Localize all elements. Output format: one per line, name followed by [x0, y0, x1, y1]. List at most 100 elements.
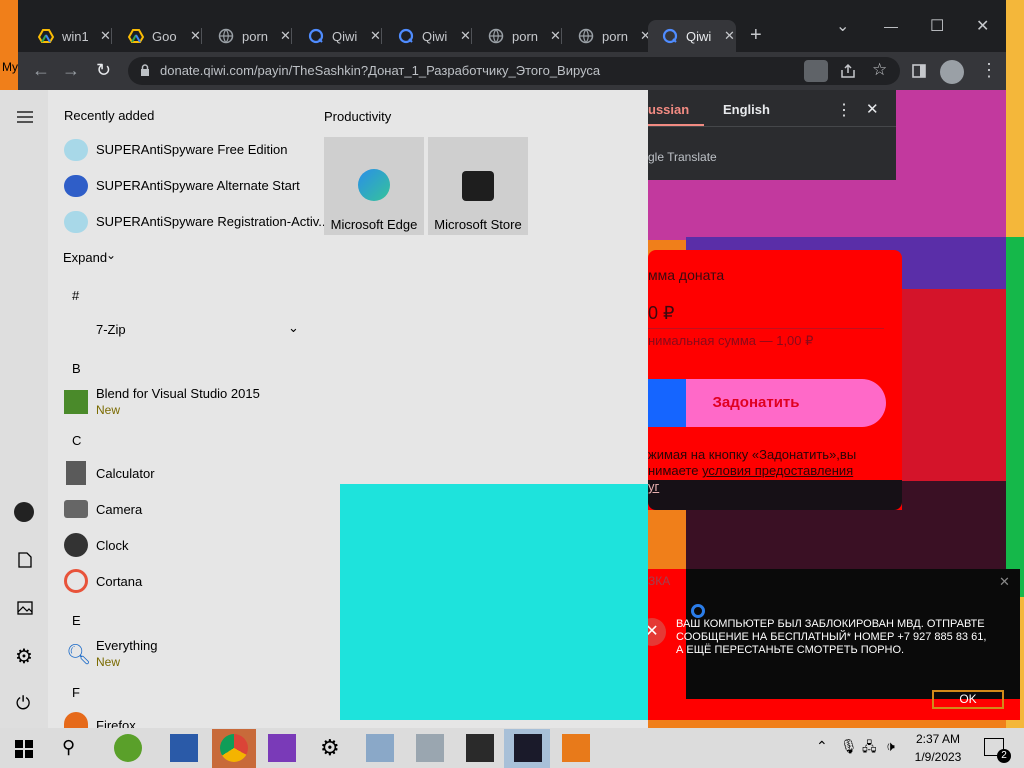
- tab-close-icon[interactable]: ✕: [280, 28, 291, 44]
- browser-tab[interactable]: porn ✕: [204, 22, 292, 50]
- task-manager-icon[interactable]: [416, 734, 444, 762]
- chrome-menu-icon[interactable]: ⋮: [980, 60, 998, 81]
- search-icon[interactable]: ⚲: [62, 737, 75, 758]
- tab-close-icon[interactable]: ✕: [190, 28, 201, 44]
- documents-icon[interactable]: [18, 552, 32, 568]
- translate-icon[interactable]: [804, 60, 828, 82]
- translate-tab-english[interactable]: English: [723, 102, 770, 117]
- url-text[interactable]: donate.qiwi.com/payin/TheSashkin?Донат_1…: [160, 63, 600, 78]
- new-tab-button[interactable]: +: [750, 24, 762, 47]
- profile-avatar[interactable]: [940, 60, 964, 84]
- terms-line-1: жимая на кнопку «Задонатить»,вы: [648, 447, 857, 462]
- everything-search-icon: 🔍︎: [66, 644, 92, 666]
- side-panel-icon[interactable]: [912, 64, 926, 78]
- tray-time[interactable]: 2:37 AM: [908, 732, 968, 746]
- translate-tab-russian[interactable]: ussian: [648, 102, 689, 117]
- tab-close-icon[interactable]: ✕: [100, 28, 111, 44]
- browser-tab-active[interactable]: Qiwi ✕: [648, 20, 736, 52]
- donation-card-footer: [648, 480, 902, 510]
- tab-title: porn: [242, 28, 268, 44]
- power-icon[interactable]: ⏻: [16, 693, 30, 714]
- back-arrow-icon[interactable]: ←: [32, 60, 50, 81]
- dialog-close-icon[interactable]: ✕: [999, 574, 1010, 590]
- app-taskbar-icon[interactable]: [366, 734, 394, 762]
- terminal-icon[interactable]: [466, 734, 494, 762]
- recent-app-3[interactable]: SUPERAntiSpyware Registration-Activ...: [96, 214, 329, 229]
- app-7zip[interactable]: 7-Zip: [96, 322, 126, 337]
- user-account-icon[interactable]: [14, 502, 34, 522]
- terms-link[interactable]: условия предоставления: [702, 463, 853, 478]
- recent-app-2[interactable]: SUPERAntiSpyware Alternate Start: [96, 178, 300, 193]
- desktop-icon-label[interactable]: My: [2, 60, 18, 74]
- settings-taskbar-icon[interactable]: ⚙: [320, 735, 340, 761]
- microphone-icon[interactable]: 🎙︎: [840, 738, 858, 755]
- network-icon[interactable]: 🖧︎: [862, 738, 877, 760]
- file-explorer-icon[interactable]: [170, 734, 198, 762]
- notification-center-icon[interactable]: 2: [984, 738, 1011, 763]
- browser-tab[interactable]: porn ✕: [474, 22, 562, 50]
- tab-close-icon[interactable]: ✕: [724, 28, 735, 44]
- tile-label: Microsoft Edge: [330, 217, 418, 232]
- translate-more-icon[interactable]: ⋮: [836, 100, 852, 120]
- reload-icon[interactable]: ↻: [96, 60, 111, 81]
- recent-app-1[interactable]: SUPERAntiSpyware Free Edition: [96, 142, 287, 157]
- app-calculator[interactable]: Calculator: [96, 466, 155, 481]
- app-clock[interactable]: Clock: [96, 538, 129, 553]
- app-cortana[interactable]: Cortana: [96, 574, 142, 589]
- bookmark-star-icon[interactable]: ☆: [872, 60, 887, 80]
- notification-count: 2: [997, 749, 1011, 763]
- superantispyware-icon: [64, 139, 88, 161]
- forward-arrow-icon[interactable]: →: [62, 60, 80, 81]
- translate-footer: gle Translate: [648, 150, 717, 164]
- browser-tab[interactable]: Qiwi ✕: [384, 22, 472, 50]
- app-everything[interactable]: Everything: [96, 638, 157, 653]
- tab-search-button[interactable]: ⌄: [836, 16, 849, 36]
- browser-tab[interactable]: Qiwi ✕: [294, 22, 382, 50]
- tile-microsoft-store[interactable]: Microsoft Store: [428, 137, 528, 235]
- browser-tab[interactable]: porn ✕: [564, 22, 652, 50]
- folder-chevron-icon[interactable]: ⌄: [288, 320, 299, 336]
- share-icon[interactable]: [840, 63, 856, 79]
- tab-close-icon[interactable]: ✕: [370, 28, 381, 44]
- tile-label: Microsoft Store: [434, 217, 522, 232]
- browser-tab[interactable]: Goo ✕: [114, 22, 202, 50]
- amount-input[interactable]: 0 ₽: [648, 303, 674, 324]
- package-icon[interactable]: [562, 734, 590, 762]
- app-camera[interactable]: Camera: [96, 502, 142, 517]
- app-firefox[interactable]: Firefox: [96, 718, 136, 728]
- letter-e[interactable]: E: [72, 613, 81, 628]
- tab-close-icon[interactable]: ✕: [550, 28, 561, 44]
- tab-close-icon[interactable]: ✕: [460, 28, 471, 44]
- dialog-message: ВАШ КОМПЬЮТЕР БЫЛ ЗАБЛОКИРОВАН МВД. ОТПР…: [676, 618, 987, 656]
- maximize-button[interactable]: ☐: [930, 16, 944, 36]
- qiwi-icon: [398, 28, 414, 44]
- close-window-button[interactable]: ✕: [976, 16, 989, 36]
- pictures-icon[interactable]: [17, 601, 33, 615]
- tile-microsoft-edge[interactable]: Microsoft Edge: [324, 137, 424, 235]
- translate-close-icon[interactable]: ✕: [866, 100, 879, 118]
- qiwi-icon: [308, 28, 324, 44]
- tray-chevron-up-icon[interactable]: ⌃: [816, 738, 828, 755]
- minimize-button[interactable]: —: [884, 18, 898, 34]
- blend-icon: [64, 390, 88, 414]
- donate-button[interactable]: Задонатить: [686, 379, 886, 427]
- settings-gear-icon[interactable]: ⚙: [15, 644, 33, 669]
- expand-button[interactable]: Expand: [63, 250, 107, 265]
- terms-line-3[interactable]: уг: [648, 479, 659, 494]
- lock-icon[interactable]: [140, 64, 150, 77]
- visual-studio-icon[interactable]: [268, 734, 296, 762]
- letter-hash[interactable]: #: [72, 288, 79, 303]
- hamburger-menu-icon[interactable]: [17, 111, 33, 123]
- volume-icon[interactable]: 🕩︎: [886, 738, 895, 755]
- letter-c[interactable]: C: [72, 433, 81, 448]
- windows-start-icon[interactable]: [15, 740, 33, 758]
- voice-recorder-icon[interactable]: [114, 734, 142, 762]
- letter-b[interactable]: B: [72, 361, 81, 376]
- app-blend[interactable]: Blend for Visual Studio 2015: [96, 386, 260, 401]
- letter-f[interactable]: F: [72, 685, 80, 700]
- globe-icon: [488, 28, 504, 44]
- ok-button[interactable]: OK: [932, 690, 1004, 709]
- tray-date[interactable]: 1/9/2023: [908, 750, 968, 764]
- browser-tab[interactable]: win1 ✕: [24, 22, 112, 50]
- donate-button-left[interactable]: [648, 379, 688, 427]
